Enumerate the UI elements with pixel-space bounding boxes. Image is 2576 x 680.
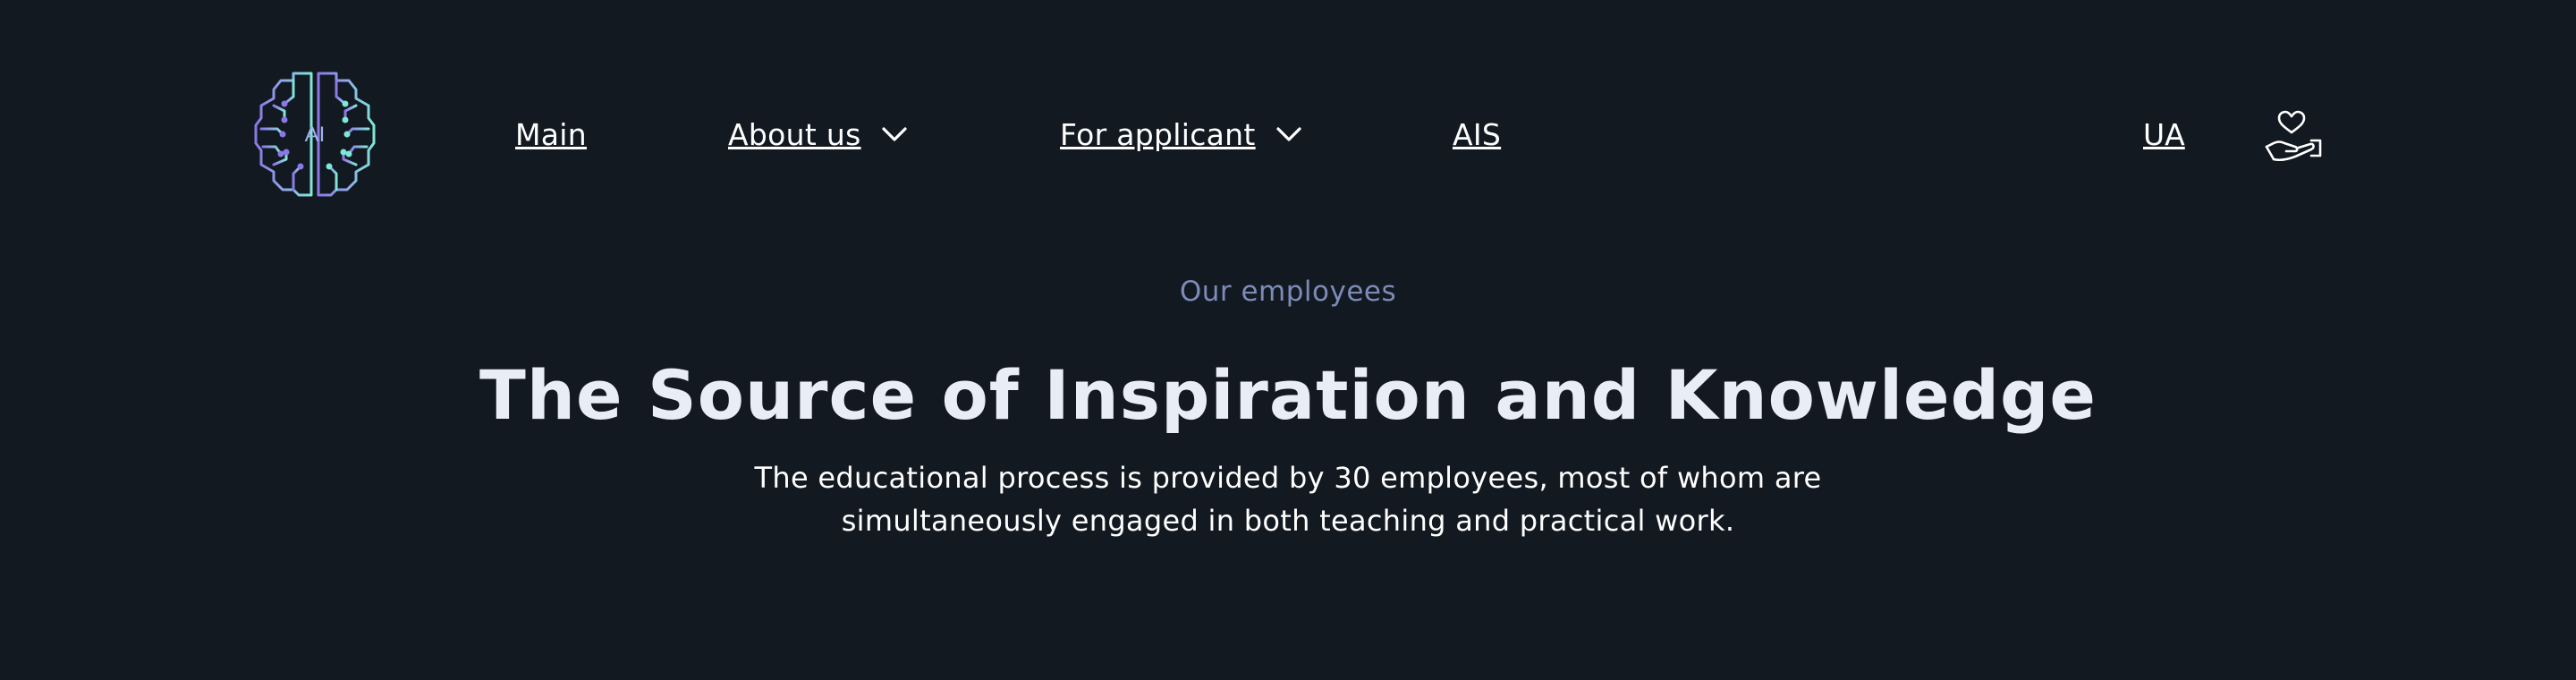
brain-circuit-icon: AI bbox=[254, 72, 376, 197]
site-header: AI Main About us For applicant AIS UA bbox=[0, 0, 2576, 197]
logo-text: AI bbox=[305, 123, 326, 147]
language-switch[interactable]: UA bbox=[2143, 113, 2185, 156]
hand-heart-icon bbox=[2265, 110, 2322, 162]
nav-about-us[interactable]: About us bbox=[728, 113, 908, 156]
donate-button[interactable] bbox=[2265, 109, 2322, 163]
brain-ai-logo[interactable]: AI bbox=[254, 72, 376, 197]
nav-main[interactable]: Main bbox=[515, 113, 587, 156]
language-label: UA bbox=[2143, 116, 2185, 152]
nav-applicant-label: For applicant bbox=[1060, 116, 1256, 152]
nav-for-applicant[interactable]: For applicant bbox=[1060, 113, 1302, 156]
nav-main-label: Main bbox=[515, 116, 587, 152]
nav-ais[interactable]: AIS bbox=[1453, 113, 1501, 156]
nav-ais-label: AIS bbox=[1453, 116, 1502, 152]
hero-section: Our employees The Source of Inspiration … bbox=[0, 268, 2576, 542]
chevron-down-icon bbox=[1276, 127, 1301, 141]
page-title: The Source of Inspiration and Knowledge bbox=[479, 355, 2097, 435]
chevron-down-icon bbox=[881, 127, 907, 141]
page-description: The educational process is provided by 3… bbox=[754, 461, 1822, 538]
nav-about-label: About us bbox=[728, 116, 861, 152]
section-eyebrow: Our employees bbox=[1179, 276, 1397, 308]
